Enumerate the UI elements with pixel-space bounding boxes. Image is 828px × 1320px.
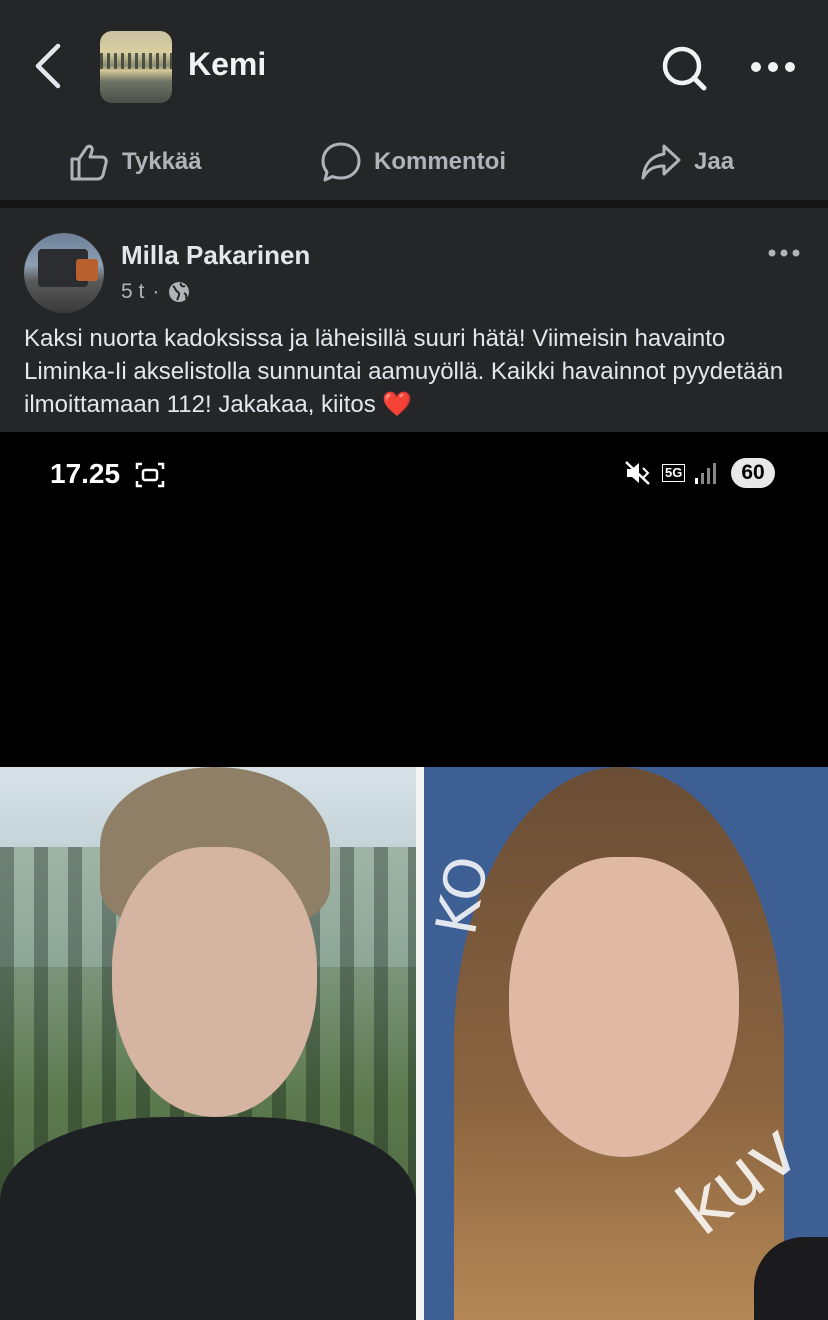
share-button[interactable]: Jaa xyxy=(640,138,734,186)
screenshot-status-time: 17.25 xyxy=(50,458,121,489)
group-name[interactable]: Kemi xyxy=(188,46,266,83)
mute-icon xyxy=(625,461,650,485)
share-arrow-icon xyxy=(641,144,681,180)
post-author-name[interactable]: Milla Pakarinen xyxy=(121,240,310,271)
photo-boy xyxy=(0,767,416,1320)
group-header: Kemi xyxy=(0,0,828,132)
more-options-button[interactable] xyxy=(748,56,798,78)
photo-face xyxy=(112,847,317,1117)
more-horizontal-icon xyxy=(768,249,800,257)
photo-jacket xyxy=(0,1117,416,1320)
like-button[interactable]: Tykkää xyxy=(68,138,202,186)
search-button[interactable] xyxy=(658,42,710,94)
thumbs-up-icon xyxy=(70,144,108,181)
post-image[interactable]: 17.25 5G 60 KO kuv xyxy=(0,432,828,1320)
watermark-top: KO xyxy=(424,851,502,940)
post-more-button[interactable] xyxy=(766,244,802,262)
battery-level: 60 xyxy=(731,458,775,488)
post-meta: 5 t · xyxy=(121,280,191,304)
chevron-left-icon xyxy=(35,43,61,89)
back-button[interactable] xyxy=(28,40,68,92)
photo-face xyxy=(509,857,739,1157)
author-avatar[interactable] xyxy=(24,233,104,313)
post-text: Kaksi nuorta kadoksissa ja läheisillä su… xyxy=(24,325,784,418)
comment-label: Kommentoi xyxy=(374,148,506,175)
photo-divider xyxy=(416,767,424,1320)
avatar-landscape xyxy=(100,53,172,69)
group-avatar[interactable] xyxy=(100,31,172,103)
comment-button[interactable]: Kommentoi xyxy=(320,138,506,186)
screenshot-status-icons: 5G 60 xyxy=(624,458,775,488)
post-timestamp[interactable]: 5 t xyxy=(121,280,144,304)
post-actions-bar: Tykkää Kommentoi Jaa xyxy=(0,132,828,200)
screenshot-icon xyxy=(135,462,165,488)
signal-strength-icon xyxy=(695,463,717,484)
avatar-machine-accent xyxy=(76,259,98,281)
section-divider xyxy=(0,200,828,208)
meta-separator: · xyxy=(152,280,160,303)
more-horizontal-icon xyxy=(751,62,795,72)
share-label: Jaa xyxy=(694,148,735,175)
network-type: 5G xyxy=(662,464,686,482)
globe-icon xyxy=(169,282,190,302)
search-icon xyxy=(662,46,707,91)
photo-girl: KO kuv xyxy=(424,767,828,1320)
like-label: Tykkää xyxy=(122,148,202,175)
comment-bubble-icon xyxy=(321,142,361,182)
